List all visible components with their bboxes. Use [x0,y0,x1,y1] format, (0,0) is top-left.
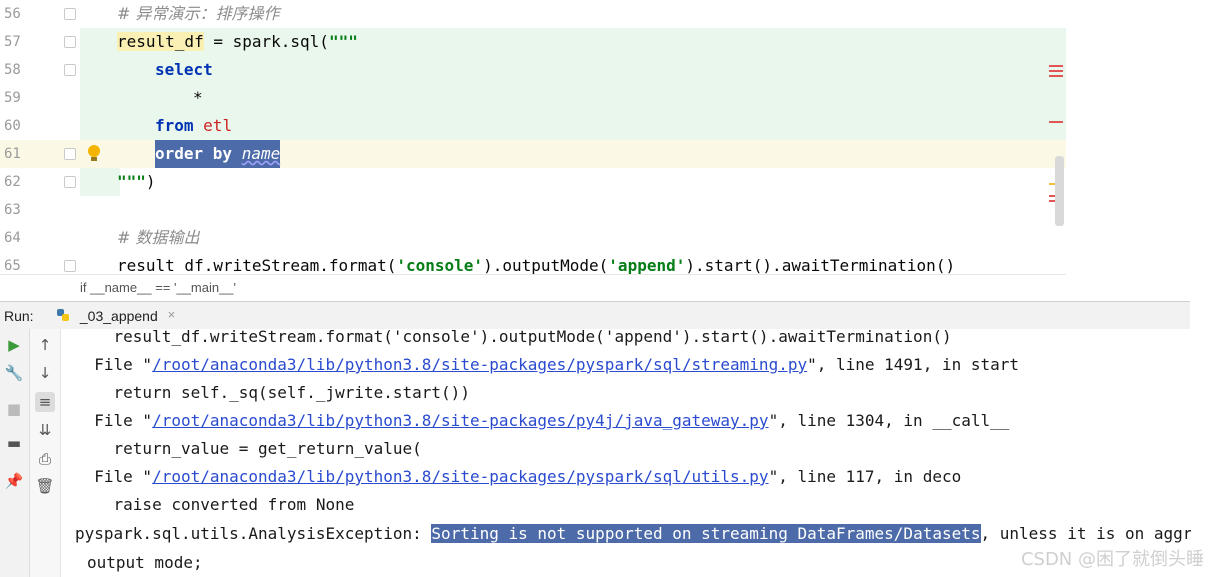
code-comment: # 异常演示：排序操作 [117,4,280,23]
code-token: """ [328,32,358,51]
console-text: ", line 1491, in start [807,355,1020,374]
code-line: 61 order by name [0,140,1066,168]
console-output[interactable]: result_df.writeStream.format('console').… [61,329,1191,577]
python-icon [56,308,70,322]
stop-icon[interactable]: ■ [4,399,24,419]
error-marker[interactable] [1049,121,1063,123]
code-keyword: from [155,116,194,135]
close-icon[interactable]: × [168,307,176,322]
breadcrumb-item[interactable]: if __name__ == '__main__' [80,280,236,295]
console-file-link[interactable]: /root/anaconda3/lib/python3.8/site-packa… [152,411,769,430]
console-line: result_df.writeStream.format('console').… [75,329,952,346]
lightbulb-icon[interactable] [86,143,102,165]
code-keyword: order by [155,144,233,163]
code-token: ).start().awaitTermination() [685,256,956,275]
console-text: , unless it is on aggr [980,524,1192,543]
selected-code: order by name [155,140,281,168]
console-file-link[interactable]: /root/anaconda3/lib/python3.8/site-packa… [152,355,807,374]
console-text: ", line 117, in deco [768,467,962,486]
code-token: """ [117,172,146,191]
code-token: ).outputMode( [483,256,609,275]
pin-icon[interactable]: 📌 [4,471,24,491]
line-number: 60 [4,118,21,134]
code-line: 62 """) [0,168,1066,196]
console-line: pyspark.sql.utils.AnalysisException: Sor… [75,520,1191,548]
code-line: 60 from etl [0,112,1066,140]
line-number: 63 [4,202,21,218]
fold-marker-icon[interactable] [64,8,76,20]
code-text: from etl [155,112,232,140]
arrow-down-icon[interactable]: ↓ [35,363,55,383]
line-number: 58 [4,62,21,78]
line-number: 62 [4,174,21,190]
print-icon[interactable]: ⎙ [35,449,55,469]
code-line: 59 * [0,84,1066,112]
line-number: 57 [4,34,21,50]
line-number: 61 [4,146,21,162]
console-line: File "/root/anaconda3/lib/python3.8/site… [75,463,961,491]
code-string: 'append' [608,256,686,275]
error-marker[interactable] [1049,75,1063,77]
editor-scrollbar[interactable] [1055,156,1064,226]
console-text: ", line 1304, in __call__ [768,411,1010,430]
code-comment: # 数据输出 [117,228,200,247]
rerun-icon[interactable]: ▶ [4,335,24,355]
console-text: File " [75,467,153,486]
code-table-name: etl [203,116,233,135]
fold-marker-icon[interactable] [64,148,76,160]
empty-area [1066,0,1210,300]
console-line: return_value = get_return_value( [75,439,422,458]
breadcrumb[interactable]: if __name__ == '__main__' [0,274,1066,300]
code-keyword: select [155,60,213,79]
watermark: CSDN @困了就倒头睡 [1020,549,1204,570]
soft-wrap-icon[interactable]: ≡ [35,392,55,412]
fold-marker-icon[interactable] [64,64,76,76]
error-marker[interactable] [1049,70,1063,72]
console-line: File "/root/anaconda3/lib/python3.8/site… [75,351,1019,379]
code-token: = spark.sql( [203,32,329,51]
selected-error-text: Sorting is not supported on streaming Da… [431,524,981,543]
line-number: 59 [4,90,21,106]
arrow-up-icon[interactable]: ↑ [35,335,55,355]
code-identifier: name [241,144,281,163]
run-label: Run: [4,308,34,324]
code-line: 56 # 异常演示：排序操作 [0,0,1066,28]
code-string: 'console' [396,256,484,275]
scroll-to-end-icon[interactable]: ⇊ [35,420,55,440]
layout-icon[interactable]: ▬ [4,433,24,453]
code-line: 64 # 数据输出 [0,224,1066,252]
console-line: raise converted from None [75,495,355,514]
code-text: * [193,88,203,107]
tab-label: _03_append [79,308,158,324]
console-line: File "/root/anaconda3/lib/python3.8/site… [75,407,1009,435]
console-text: pyspark.sql.utils.AnalysisException: [75,524,432,543]
fold-marker-icon[interactable] [64,260,76,272]
console-actions-column: ↑ ↓ ≡ ⇊ ⎙ 🗑 [30,329,61,577]
line-number: 64 [4,230,21,246]
code-text: """) [117,168,156,196]
error-marker[interactable] [1049,65,1063,67]
console-line: return self._sq(self._jwrite.start()) [75,383,470,402]
code-line: 63 [0,196,1066,224]
code-line: 58 select [0,56,1066,84]
code-line: 57 result_df = spark.sql(""" [0,28,1066,56]
trash-icon[interactable]: 🗑 [35,476,55,496]
run-toolbar: Run: _03_append × [0,301,1190,332]
console-text: File " [75,355,153,374]
tab-run-config[interactable]: _03_append × [46,302,186,332]
code-token: result_df [117,32,204,51]
wrench-icon[interactable]: 🔧 [4,363,24,383]
line-number: 56 [4,6,21,22]
fold-marker-icon[interactable] [64,176,76,188]
console-file-link[interactable]: /root/anaconda3/lib/python3.8/site-packa… [152,467,769,486]
fold-marker-icon[interactable] [64,36,76,48]
console-line: output mode; [87,553,203,572]
code-editor[interactable]: 56 # 异常演示：排序操作 57 result_df = spark.sql(… [0,0,1066,300]
code-token: result_df.writeStream.format( [117,256,397,275]
console-text: File " [75,411,153,430]
run-actions-column: ▶ 🔧 ■ ▬ 📌 [0,329,30,577]
code-text: result_df = spark.sql(""" [117,28,358,56]
code-token: ) [145,172,156,191]
